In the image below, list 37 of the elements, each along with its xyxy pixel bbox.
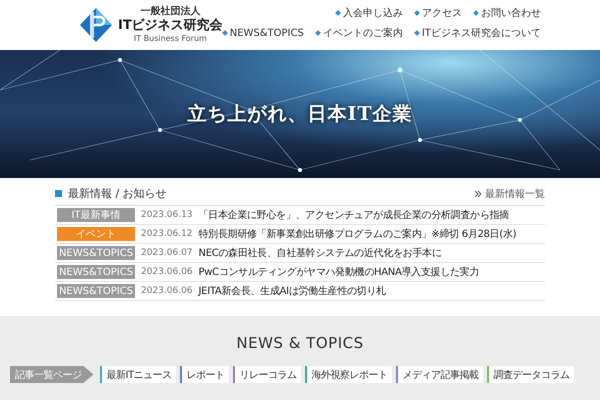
more-link[interactable]: 最新情報一覧 xyxy=(475,186,545,200)
category-tag: イベント xyxy=(57,227,135,241)
category-tag: NEWS&TOPICS xyxy=(57,284,135,298)
logo-title[interactable]: ITビジネス研究会 xyxy=(118,17,223,34)
double-chevron-icon xyxy=(475,190,481,196)
news-headline-link[interactable]: JEITA新会長、生成AIは労働生産性の切り札 xyxy=(198,284,386,298)
square-icon xyxy=(55,190,62,197)
news-date: 2023.06.12 xyxy=(141,229,193,239)
category-link[interactable]: リレーコラム xyxy=(232,366,301,383)
logo-icon xyxy=(80,8,112,42)
news-date: 2023.06.07 xyxy=(141,248,193,258)
category-tag: NEWS&TOPICS xyxy=(57,265,135,279)
news-headline-link[interactable]: PwCコンサルティングがヤマハ発動機のHANA導入支援した実力 xyxy=(198,265,480,279)
news-date: 2023.06.13 xyxy=(141,210,193,220)
category-link[interactable]: 海外視察レポート xyxy=(304,366,392,383)
section-title: 最新情報 / お知らせ xyxy=(68,186,167,201)
news-date: 2023.06.06 xyxy=(141,267,193,277)
utility-link[interactable]: お問い合わせ xyxy=(474,6,541,20)
news-headline-link[interactable]: 特別長期研修「新事業創出研修プログラムのご案内」※締切 6月28日(水) xyxy=(198,227,516,241)
category-link[interactable]: レポート xyxy=(180,366,229,383)
hero-headline: 立ち上がれ、日本IT企業 xyxy=(187,102,413,127)
nav-link[interactable]: NEWS&TOPICS xyxy=(222,26,304,40)
news-headline-link[interactable]: 「日本企業に野心を」、アクセンチュアが成長企業の分析調査から指摘 xyxy=(198,208,509,222)
utility-link[interactable]: 入会申し込み xyxy=(336,6,403,20)
category-tag: IT最新事情 xyxy=(57,208,135,222)
category-link[interactable]: 最新ITニュース xyxy=(100,366,176,383)
category-link[interactable]: 調査データコラム xyxy=(486,366,574,383)
section-heading: NEWS & TOPICS xyxy=(236,334,364,352)
logo-english: IT Business Forum xyxy=(134,34,207,44)
news-date: 2023.06.06 xyxy=(141,286,193,296)
nav-link[interactable]: ITビジネス研究会について xyxy=(414,26,541,40)
logo-subtitle: 一般社団法人 xyxy=(140,6,200,17)
nav-link[interactable]: イベントのご案内 xyxy=(316,26,403,40)
category-tag: NEWS&TOPICS xyxy=(57,246,135,260)
news-headline-link[interactable]: NECの森田社長、自社基幹システムの近代化をお手本に xyxy=(198,246,442,260)
utility-link[interactable]: アクセス xyxy=(414,6,462,20)
category-link[interactable]: メディア記事掲載 xyxy=(396,366,483,383)
